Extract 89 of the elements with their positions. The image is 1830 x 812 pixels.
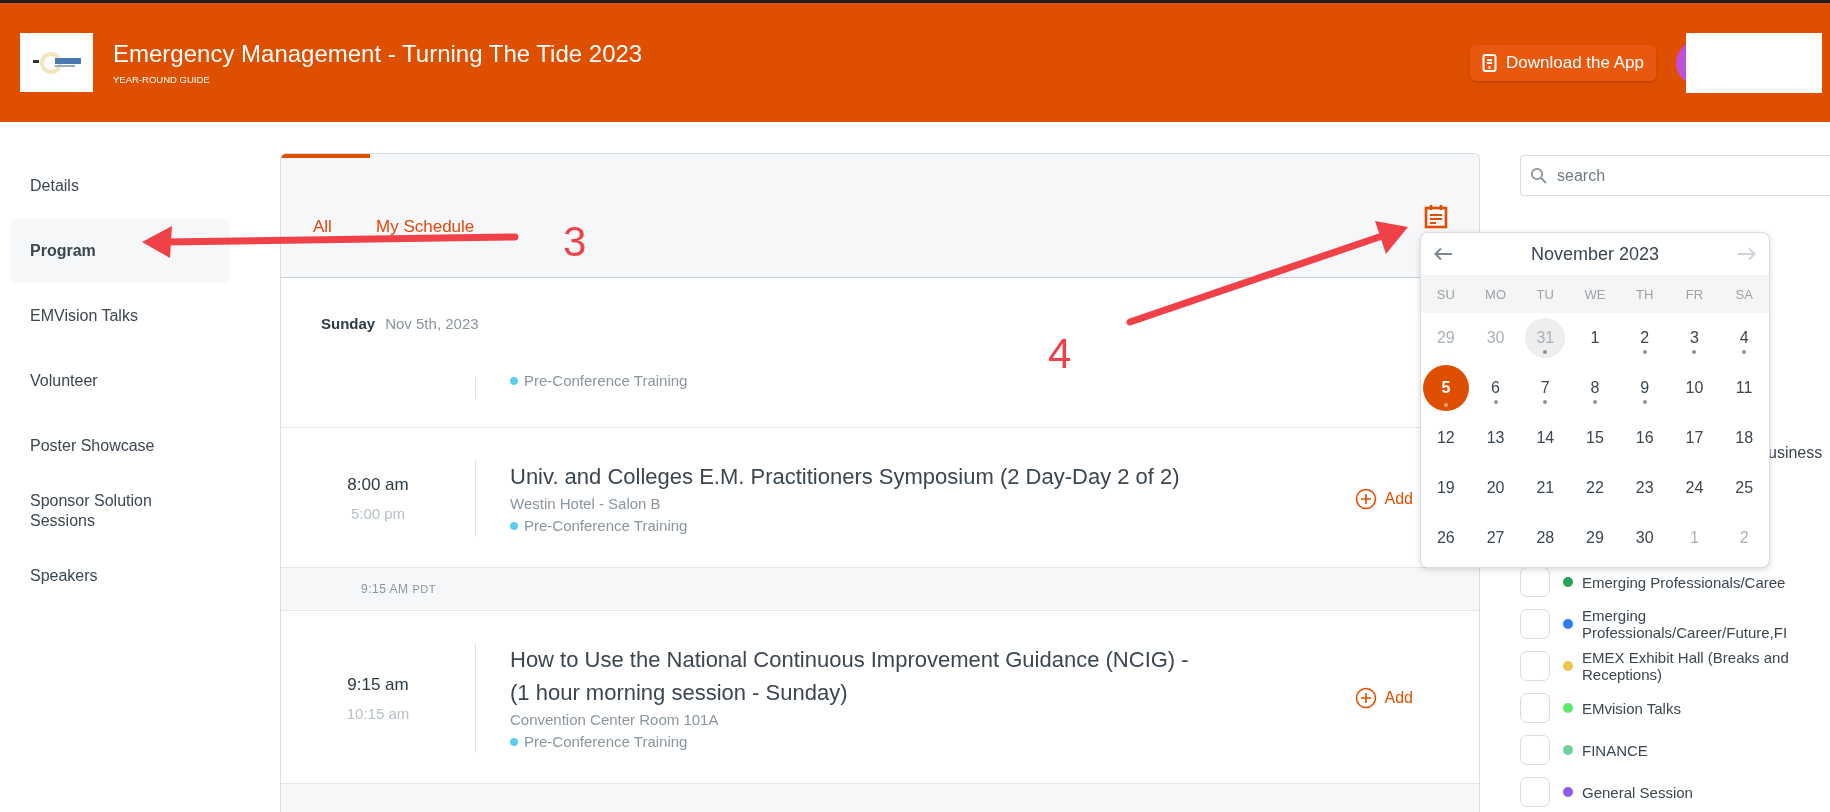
- calendar-day[interactable]: 9: [1624, 368, 1665, 408]
- logo-icon: [20, 33, 93, 92]
- date-label: Nov 5th, 2023: [385, 314, 479, 332]
- event-title: Emergency Management - Turning The Tide 2023: [113, 40, 643, 68]
- weekday-label: WE: [1584, 286, 1606, 302]
- checkbox[interactable]: [1520, 693, 1550, 723]
- calendar-day[interactable]: 30: [1624, 518, 1665, 558]
- plus-circle-icon: [1354, 687, 1377, 709]
- filter-label[interactable]: EMEX Exhibit Hall (Breaks and Receptions): [1582, 649, 1830, 683]
- end-time: 5:00 pm: [350, 505, 406, 522]
- calendar-day[interactable]: 7: [1525, 368, 1566, 408]
- calendar-day[interactable]: 25: [1724, 468, 1765, 508]
- weekday-label: TU: [1536, 286, 1554, 302]
- sidebar-item[interactable]: Volunteer: [10, 349, 230, 413]
- calendar-day[interactable]: 4: [1724, 318, 1765, 358]
- checkbox[interactable]: [1520, 777, 1550, 807]
- weekday-label: FR: [1685, 286, 1704, 302]
- month-title: November 2023: [1530, 243, 1660, 265]
- filter-label[interactable]: Emerging Professionals/Career/Future,FI: [1582, 607, 1830, 641]
- calendar-day[interactable]: 29: [1575, 518, 1615, 558]
- annotation-number: 4: [1048, 330, 1072, 377]
- sidebar-item[interactable]: EMVision Talks: [10, 284, 230, 348]
- calendar-day[interactable]: 16: [1624, 418, 1665, 458]
- checkbox[interactable]: [1520, 567, 1550, 597]
- calendar-day[interactable]: 5: [1422, 365, 1469, 411]
- day-label: Sunday: [321, 314, 376, 332]
- calendar-day[interactable]: 11: [1724, 368, 1765, 408]
- weekday-label: SA: [1735, 286, 1753, 302]
- session-category: Pre-Conference Training: [524, 371, 688, 391]
- calendar-day[interactable]: 17: [1674, 418, 1715, 458]
- weekday-label: MO: [1485, 286, 1507, 302]
- sidebar-item[interactable]: Sponsor Solution Sessions: [10, 479, 230, 543]
- calendar-day[interactable]: 14: [1525, 418, 1566, 458]
- calendar-day[interactable]: 1: [1575, 318, 1615, 358]
- checkbox[interactable]: [1520, 735, 1550, 765]
- weekday-label: TH: [1636, 286, 1654, 302]
- sidebar-item[interactable]: Speakers: [10, 544, 230, 608]
- calendar-day[interactable]: 18: [1724, 418, 1765, 458]
- filter-label[interactable]: EMvision Talks: [1582, 699, 1830, 717]
- event-subtitle: YEAR-ROUND GUIDE: [113, 74, 211, 85]
- time-marker: 9:15 AM PDT: [360, 582, 436, 596]
- calendar-day[interactable]: 24: [1674, 468, 1715, 508]
- filter-label[interactable]: General Session: [1582, 783, 1830, 801]
- session-title[interactable]: Univ. and Colleges E.M. Practitioners Symposium (2 Day-Day 2 of 2): [510, 460, 1210, 493]
- plus-circle-icon: [1354, 487, 1377, 510]
- calendar-day[interactable]: 28: [1525, 518, 1566, 558]
- calendar-day[interactable]: 23: [1624, 468, 1665, 508]
- calendar-day[interactable]: 20: [1475, 468, 1516, 508]
- tab[interactable]: All: [281, 154, 370, 277]
- filter-label[interactable]: Emerging Professionals/Caree: [1582, 573, 1830, 591]
- phone-icon: [1482, 53, 1498, 72]
- calendar-day[interactable]: 26: [1425, 518, 1466, 558]
- weekday-label: SU: [1436, 286, 1455, 302]
- search-icon: [1530, 167, 1548, 185]
- session-category: Pre-Conference Training: [524, 732, 688, 752]
- search-field[interactable]: search: [1520, 155, 1830, 196]
- calendar-day[interactable]: 3: [1674, 318, 1715, 358]
- session-location: Convention Center Room 101A: [510, 710, 720, 730]
- previous-month-arrow-icon[interactable]: [1433, 247, 1453, 261]
- calendar-day[interactable]: 27: [1475, 518, 1516, 558]
- calendar-day[interactable]: 15: [1575, 418, 1615, 458]
- session-title[interactable]: How to Use the National Continuous Improvement Guidance (NCIG) - (1 hour morning session - Sunday): [510, 643, 1210, 709]
- session-category: Pre-Conference Training: [524, 516, 688, 536]
- start-time: 8:00 am: [347, 475, 409, 495]
- calendar-day[interactable]: 19: [1425, 468, 1466, 508]
- checkbox[interactable]: [1520, 609, 1550, 639]
- calendar-day[interactable]: 13: [1475, 418, 1516, 458]
- calendar-day[interactable]: 21: [1525, 468, 1566, 508]
- calendar-icon[interactable]: [1423, 203, 1449, 229]
- annotation-number: 3: [563, 218, 587, 265]
- tab[interactable]: My Schedule: [370, 154, 475, 277]
- add-button[interactable]: Add: [1348, 486, 1419, 511]
- sidebar-item[interactable]: Details: [10, 154, 230, 218]
- filter-label[interactable]: FINANCE: [1582, 741, 1830, 759]
- end-time: 10:15 am: [346, 704, 410, 722]
- download-app-button[interactable]: Download the App: [1470, 44, 1656, 81]
- add-button[interactable]: Add: [1348, 686, 1419, 710]
- session-location: Westin Hotel - Salon B: [510, 494, 662, 514]
- filter-label: usiness: [1768, 444, 1823, 461]
- calendar-day[interactable]: 10: [1674, 368, 1715, 408]
- calendar-day[interactable]: 6: [1475, 368, 1516, 408]
- calendar-day[interactable]: 12: [1425, 418, 1466, 458]
- start-time: 9:15 am: [347, 674, 409, 695]
- calendar-day[interactable]: 22: [1575, 468, 1615, 508]
- sidebar-item[interactable]: Poster Showcase: [10, 414, 230, 478]
- calendar-day[interactable]: 2: [1624, 318, 1665, 358]
- sidebar-item[interactable]: Program: [10, 219, 230, 283]
- calendar-day[interactable]: 8: [1575, 368, 1615, 408]
- checkbox[interactable]: [1520, 651, 1550, 681]
